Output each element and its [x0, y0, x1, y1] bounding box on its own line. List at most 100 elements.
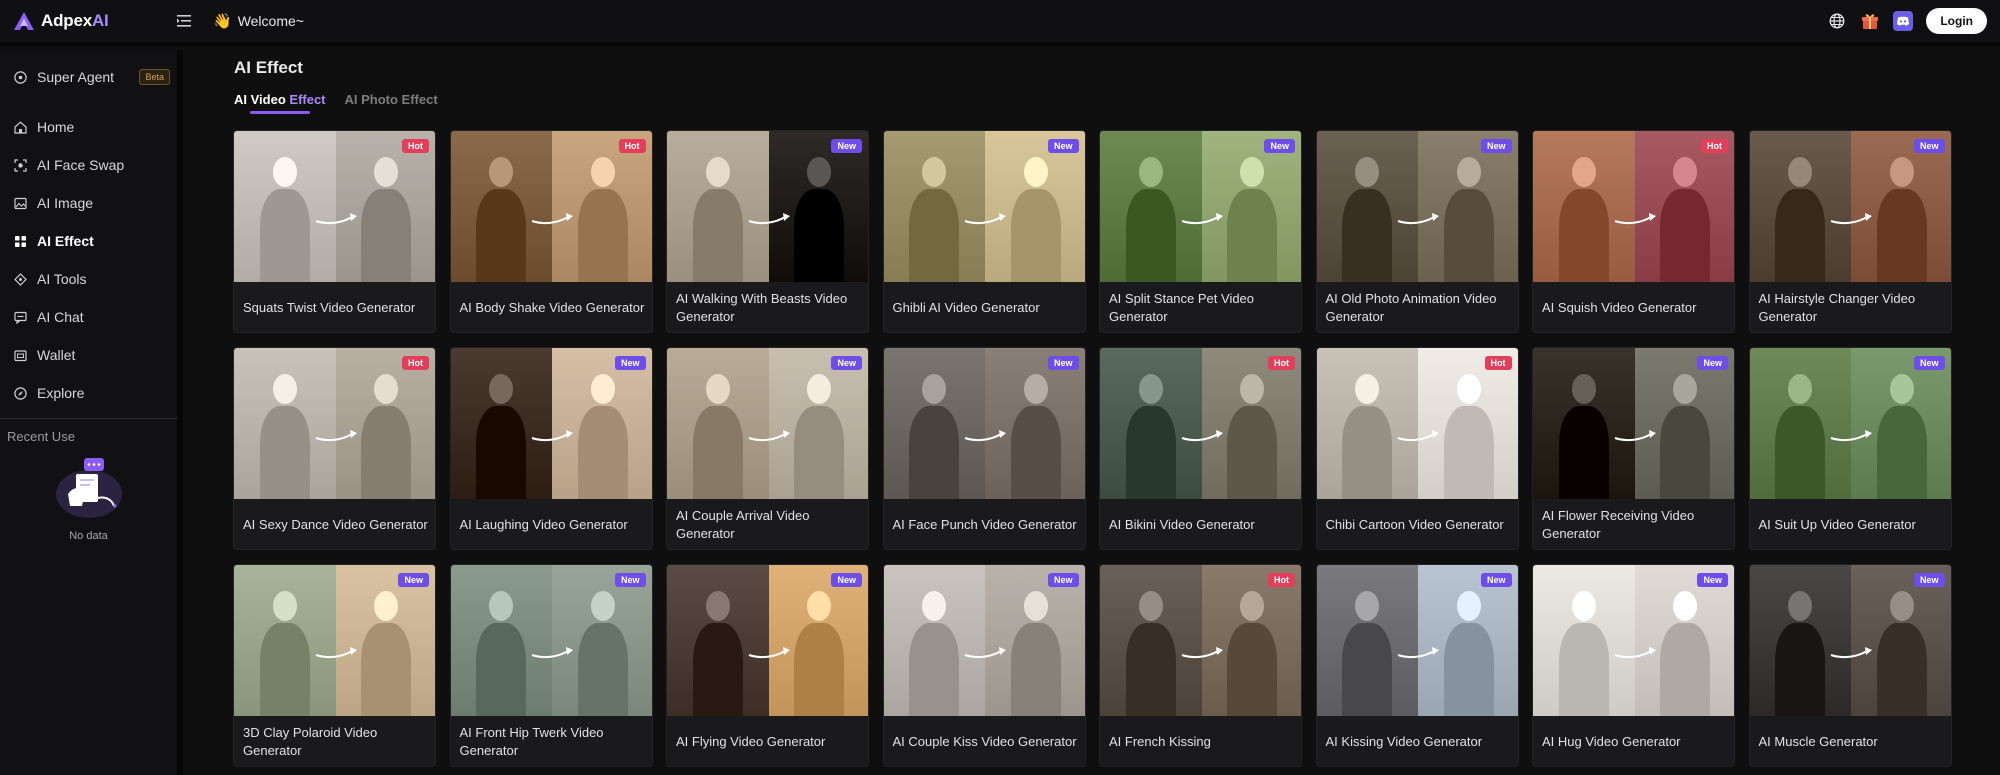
- sidebar-item-ai-face-swap[interactable]: AI Face Swap: [0, 146, 177, 184]
- thumbnail-after-image: [985, 348, 1085, 499]
- login-button[interactable]: Login: [1926, 8, 1987, 34]
- effect-card[interactable]: New AI Old Photo Animation Video Generato…: [1315, 130, 1519, 333]
- figure-body: [1775, 189, 1826, 282]
- effect-card[interactable]: New AI Hairstyle Changer Video Generator: [1748, 130, 1952, 333]
- explore-icon: [13, 386, 27, 400]
- figure-body: [794, 406, 845, 499]
- effect-card-thumbnail: Hot: [450, 131, 652, 282]
- effect-card[interactable]: Hot Chibi Cartoon Video Generator: [1315, 347, 1519, 550]
- figure-body: [692, 189, 743, 282]
- figure-head: [1788, 591, 1813, 621]
- transform-arrow-icon: [1614, 212, 1656, 224]
- effect-card[interactable]: Hot AI Body Shake Video Generator: [449, 130, 653, 333]
- effect-card[interactable]: New AI Muscle Generator: [1748, 564, 1952, 767]
- transform-arrow-icon: [1397, 212, 1439, 224]
- figure-head: [590, 157, 615, 187]
- figure-body: [909, 623, 960, 716]
- thumbnail-after-image: [985, 131, 1085, 282]
- figure-body: [1125, 623, 1176, 716]
- effect-card[interactable]: New AI Kissing Video Generator: [1315, 564, 1519, 767]
- figure-head: [489, 591, 514, 621]
- effect-card[interactable]: New AI Flower Receiving Video Generator: [1532, 347, 1735, 550]
- new-badge: New: [831, 573, 862, 587]
- tab-ai-photo-effect[interactable]: AI Photo Effect: [345, 92, 438, 114]
- new-badge: New: [831, 356, 862, 370]
- transform-arrow-icon: [1830, 212, 1872, 224]
- effect-card-title: AI Face Punch Video Generator: [892, 517, 1077, 532]
- effect-card[interactable]: New AI Face Punch Video Generator: [882, 347, 1086, 550]
- effect-card[interactable]: Hot AI Squish Video Generator: [1532, 130, 1735, 333]
- effect-card[interactable]: New AI Hug Video Generator: [1532, 564, 1735, 767]
- empty-illustration-icon: [55, 458, 122, 518]
- effect-card[interactable]: Hot AI Bikini Video Generator: [1099, 347, 1302, 550]
- thumbnail-before-image: [1749, 348, 1851, 499]
- transform-arrow-icon: [748, 646, 790, 658]
- menu-toggle-icon[interactable]: [175, 12, 193, 30]
- effect-card-thumbnail: Hot: [1316, 348, 1518, 499]
- effect-card[interactable]: New Ghibli AI Video Generator: [882, 130, 1086, 333]
- sidebar-item-ai-effect[interactable]: AI Effect: [0, 222, 177, 260]
- effect-card-title: AI Walking With Beasts Video Generator: [676, 291, 848, 324]
- effect-card-thumbnail: New: [667, 565, 868, 716]
- figure-head: [1571, 591, 1596, 621]
- transform-arrow-icon: [1830, 646, 1872, 658]
- effect-card-title: AI Couple Arrival Video Generator: [676, 508, 810, 541]
- effect-card[interactable]: New AI Laughing Video Generator: [449, 347, 653, 550]
- effect-card[interactable]: New 3D Clay Polaroid Video Generator: [233, 564, 436, 767]
- sidebar-item-ai-chat[interactable]: AI Chat: [0, 298, 177, 336]
- figure-body: [1775, 623, 1826, 716]
- hot-badge: Hot: [402, 139, 429, 153]
- gift-icon[interactable]: [1860, 11, 1880, 31]
- figure-head: [1456, 157, 1481, 187]
- effect-card-title: AI Body Shake Video Generator: [459, 300, 645, 315]
- effect-card[interactable]: New AI Walking With Beasts Video Generato…: [666, 130, 869, 333]
- hot-badge: Hot: [1268, 573, 1295, 587]
- tab-ai-video-effect[interactable]: AI Video Effect: [234, 92, 326, 114]
- figure-head: [922, 157, 947, 187]
- figure-head: [590, 374, 615, 404]
- effect-card[interactable]: New AI Suit Up Video Generator: [1748, 347, 1952, 550]
- logo[interactable]: AdpexAI: [13, 11, 163, 31]
- effect-card-title: AI Laughing Video Generator: [459, 517, 628, 532]
- figure-head: [489, 374, 514, 404]
- figure-body: [1342, 406, 1393, 499]
- effect-card-thumbnail: New: [1316, 565, 1518, 716]
- globe-icon[interactable]: [1827, 11, 1847, 31]
- figure-head: [374, 157, 399, 187]
- thumbnail-before-image: [1533, 348, 1635, 499]
- effect-icon: [13, 234, 27, 248]
- sidebar-item-ai-image[interactable]: AI Image: [0, 184, 177, 222]
- sidebar-item-explore[interactable]: Explore: [0, 374, 177, 412]
- effect-card[interactable]: New AI Flying Video Generator: [666, 564, 869, 767]
- effect-card[interactable]: New AI Split Stance Pet Video Generator: [1099, 130, 1302, 333]
- discord-icon[interactable]: [1893, 11, 1914, 31]
- effect-card-thumbnail: New: [667, 348, 868, 499]
- transform-arrow-icon: [1181, 646, 1223, 658]
- effect-card[interactable]: New AI Front Hip Twerk Video Generator: [449, 564, 653, 767]
- transform-arrow-icon: [315, 429, 357, 441]
- effect-card[interactable]: New AI Couple Arrival Video Generator: [666, 347, 869, 550]
- figure-body: [1558, 406, 1609, 499]
- sidebar-item-wallet[interactable]: Wallet: [0, 336, 177, 374]
- sidebar-item-super-agent[interactable]: Super Agent Beta: [0, 58, 177, 96]
- figure-head: [705, 374, 730, 404]
- effect-card-title: AI Squish Video Generator: [1542, 300, 1697, 315]
- agent-icon: [13, 70, 27, 84]
- effect-card-title: AI French Kissing: [1109, 734, 1211, 749]
- sidebar-item-home[interactable]: Home: [0, 108, 177, 146]
- effect-tabs: AI Video Effect AI Photo Effect: [234, 92, 438, 114]
- thumbnail-before-image: [667, 131, 769, 282]
- thumbnail-before-image: [883, 131, 985, 282]
- effect-card[interactable]: Hot AI Sexy Dance Video Generator: [233, 347, 436, 550]
- effect-card[interactable]: Hot Squats Twist Video Generator: [233, 130, 436, 333]
- figure-body: [259, 406, 310, 499]
- effect-card[interactable]: Hot AI French Kissing: [1099, 564, 1302, 767]
- new-badge: New: [831, 139, 862, 153]
- sidebar-item-ai-tools[interactable]: AI Tools: [0, 260, 177, 298]
- figure-body: [577, 189, 628, 282]
- figure-body: [1010, 406, 1061, 499]
- figure-head: [1355, 157, 1380, 187]
- effect-card[interactable]: New AI Couple Kiss Video Generator: [882, 564, 1086, 767]
- transform-arrow-icon: [531, 429, 573, 441]
- effect-card-thumbnail: New: [234, 565, 435, 716]
